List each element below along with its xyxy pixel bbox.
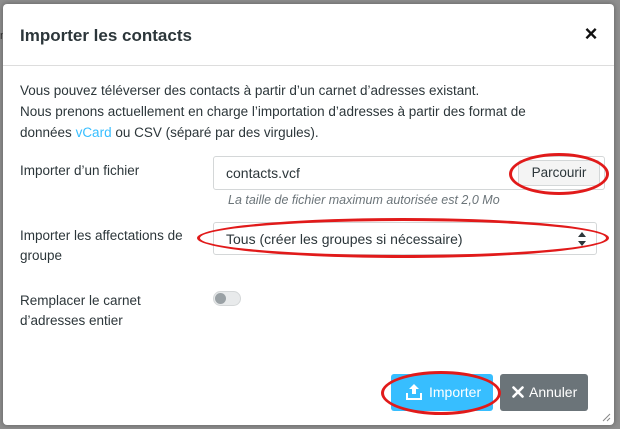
replace-label: Remplacer le carnet d’adresses entier bbox=[20, 291, 141, 331]
intro-line-3: données vCard ou CSV (séparé par des vir… bbox=[20, 122, 600, 143]
replace-label-line-1: Remplacer le carnet bbox=[20, 293, 141, 308]
dialog-title: Importer les contacts bbox=[20, 26, 192, 45]
file-input[interactable]: contacts.vcf Parcourir bbox=[213, 156, 605, 190]
import-contacts-dialog: Importer les contacts × Vous pouvez télé… bbox=[3, 4, 614, 425]
group-assign-label-line-1: Importer les affectations de bbox=[20, 228, 183, 243]
intro-line-3-end: ou CSV (séparé par des virgules). bbox=[111, 125, 319, 140]
intro-line-1: Vous pouvez téléverser des contacts à pa… bbox=[20, 83, 480, 98]
select-arrows-icon bbox=[578, 232, 586, 246]
browse-button[interactable]: Parcourir bbox=[518, 160, 600, 186]
close-icon[interactable]: × bbox=[581, 23, 601, 45]
intro-line-2: Nous prenons actuellement en charge l’im… bbox=[20, 104, 526, 119]
upload-icon bbox=[406, 384, 422, 400]
replace-label-line-2: d’adresses entier bbox=[20, 313, 123, 328]
file-import-label: Importer d’un fichier bbox=[20, 163, 140, 178]
import-button[interactable]: Importer bbox=[391, 374, 493, 411]
group-assign-select[interactable]: Tous (créer les groupes si nécessaire) bbox=[213, 222, 597, 255]
file-size-hint: La taille de fichier maximum autorisée e… bbox=[228, 193, 500, 207]
intro-line-3-start: données bbox=[20, 125, 76, 140]
replace-toggle[interactable] bbox=[213, 291, 241, 306]
toggle-knob bbox=[215, 293, 226, 304]
vcard-link[interactable]: vCard bbox=[76, 125, 112, 140]
dialog-header: Importer les contacts × bbox=[3, 4, 614, 66]
import-button-label: Importer bbox=[429, 384, 482, 400]
x-icon bbox=[512, 386, 524, 398]
file-name: contacts.vcf bbox=[226, 165, 300, 181]
cancel-button-label: Annuler bbox=[529, 384, 578, 400]
group-assign-label: Importer les affectations de groupe bbox=[20, 226, 183, 266]
intro-text: Vous pouvez téléverser des contacts à pa… bbox=[20, 80, 600, 143]
cancel-button[interactable]: Annuler bbox=[500, 374, 588, 411]
group-assign-selected: Tous (créer les groupes si nécessaire) bbox=[226, 231, 463, 247]
resize-handle-icon[interactable] bbox=[601, 412, 611, 422]
group-assign-label-line-2: groupe bbox=[20, 248, 63, 263]
